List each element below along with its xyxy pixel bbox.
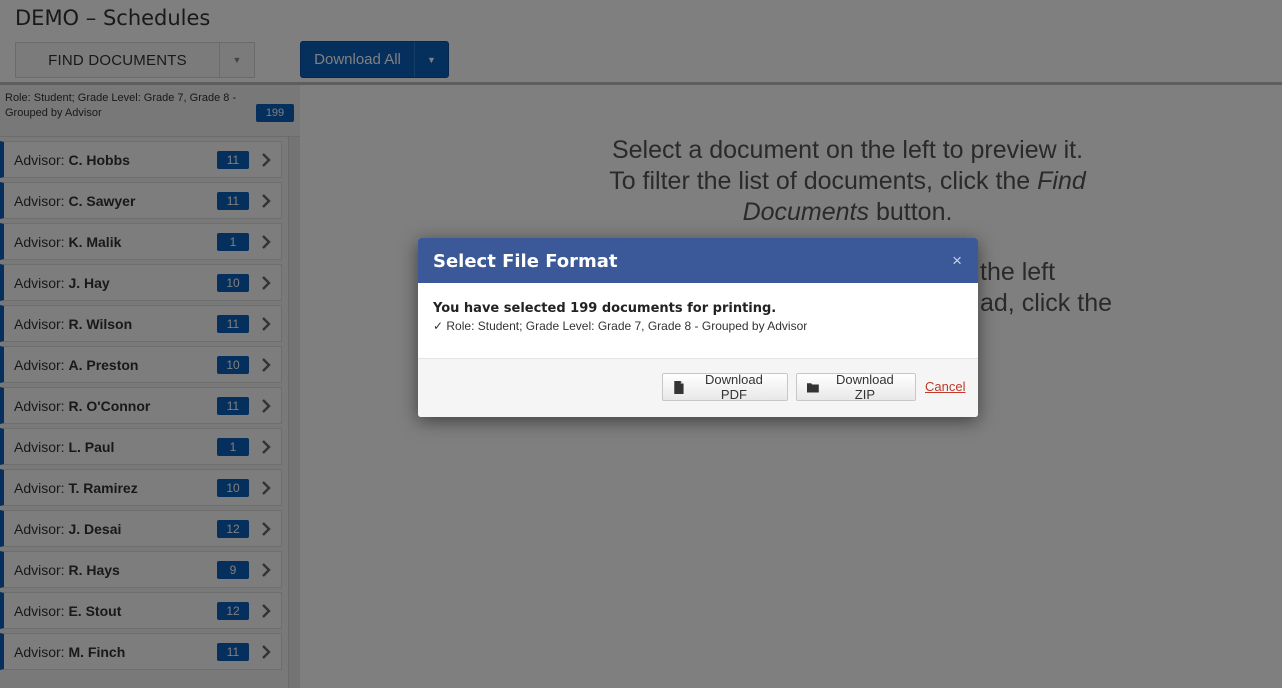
dialog-detail-text: ✓ Role: Student; Grade Level: Grade 7, G… xyxy=(433,319,808,333)
dialog-footer: Download PDF Download ZIP Cancel xyxy=(418,359,978,417)
dialog-title: Select File Format xyxy=(433,251,618,272)
dialog-body: You have selected 199 documents for prin… xyxy=(418,283,978,359)
app-window: DEMO – Schedules FIND DOCUMENTS ▼ Downlo… xyxy=(0,0,1282,688)
close-icon[interactable]: × xyxy=(952,251,962,271)
dialog-header: Select File Format × xyxy=(418,238,978,283)
cancel-link[interactable]: Cancel xyxy=(925,379,965,394)
download-zip-button[interactable]: Download ZIP xyxy=(796,372,916,402)
file-icon xyxy=(674,380,684,394)
download-pdf-button[interactable]: Download PDF xyxy=(662,372,788,402)
download-pdf-label: Download PDF xyxy=(705,372,763,402)
select-file-format-dialog: Select File Format × You have selected 1… xyxy=(418,238,978,417)
folder-icon xyxy=(807,382,819,393)
download-zip-label: Download ZIP xyxy=(835,372,894,402)
dialog-lead-text: You have selected 199 documents for prin… xyxy=(433,301,777,316)
